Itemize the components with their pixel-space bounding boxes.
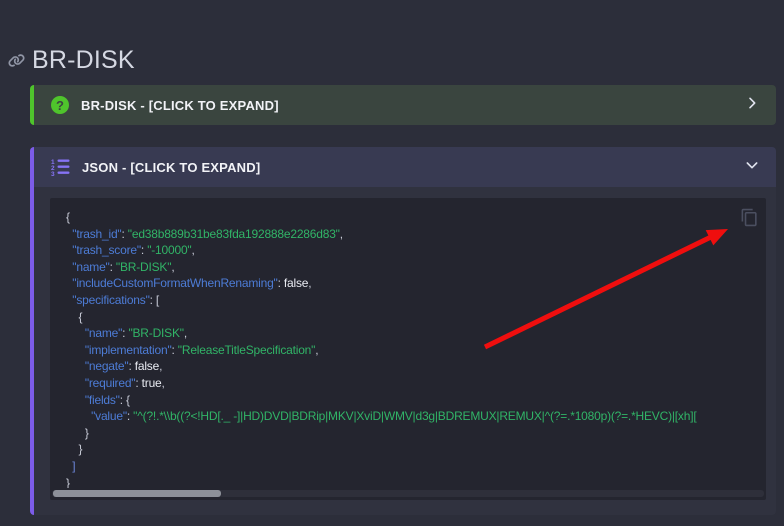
code-line: } (66, 475, 750, 489)
code-line: } (66, 441, 750, 458)
code-line: "trash_id": "ed38b889b31be83fda192888e22… (66, 226, 750, 243)
link-icon-glyph (8, 52, 25, 69)
ordered-list-icon: 1 2 3 (51, 158, 70, 177)
code-line: ] (66, 458, 750, 475)
code-line: "specifications": [ (66, 292, 750, 309)
question-icon: ? (51, 96, 69, 114)
json-code-block: { "trash_id": "ed38b889b31be83fda192888e… (50, 198, 766, 500)
code-line: "trash_score": "-10000", (66, 242, 750, 259)
code-line: "negate": false, (66, 358, 750, 375)
json-admonition: 1 2 3 JSON - [CLICK TO EXPAND] { "trash_… (30, 147, 776, 515)
question-admonition: ? BR-DISK - [CLICK TO EXPAND] (30, 85, 776, 125)
page-title-text: BR-DISK (32, 46, 135, 75)
scrollbar-thumb[interactable] (53, 490, 221, 497)
code-line: } (66, 425, 750, 442)
code-line: "name": "BR-DISK", (66, 259, 750, 276)
page-title: BR-DISK (8, 45, 135, 77)
code-line: { (66, 209, 750, 226)
chevron-right-icon (744, 95, 760, 116)
question-admonition-header[interactable]: ? BR-DISK - [CLICK TO EXPAND] (34, 85, 776, 125)
code-line: { (66, 309, 750, 326)
question-admonition-title: BR-DISK - [CLICK TO EXPAND] (81, 98, 732, 113)
code-line: "includeCustomFormatWhenRenaming": false… (66, 275, 750, 292)
json-admonition-header[interactable]: 1 2 3 JSON - [CLICK TO EXPAND] (34, 147, 776, 187)
svg-text:3: 3 (51, 171, 55, 177)
chevron-down-icon (744, 157, 760, 178)
code-line: "implementation": "ReleaseTitleSpecifica… (66, 342, 750, 359)
code-line: "value": "^(?!.*\\b((?<!HD[._ -]|HD)DVD|… (66, 408, 750, 425)
code-line: "required": true, (66, 375, 750, 392)
link-icon[interactable] (8, 52, 25, 69)
code-content: { "trash_id": "ed38b889b31be83fda192888e… (66, 209, 750, 488)
horizontal-scrollbar[interactable] (52, 490, 764, 497)
json-admonition-title: JSON - [CLICK TO EXPAND] (82, 160, 732, 175)
code-line: "fields": { (66, 392, 750, 409)
code-line: "name": "BR-DISK", (66, 325, 750, 342)
